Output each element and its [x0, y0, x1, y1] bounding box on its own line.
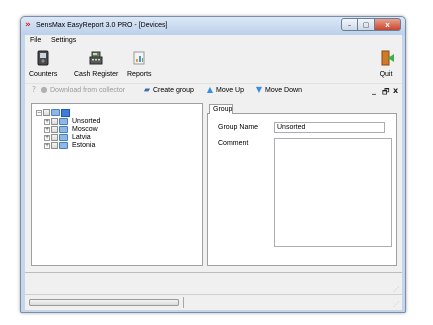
exit-door-icon [379, 50, 394, 66]
log-panel: ⋰ [25, 272, 402, 294]
reports-icon [132, 50, 146, 66]
folder-add-icon: ▰ [143, 85, 151, 94]
tree-checkbox[interactable] [43, 109, 50, 116]
toolbar: ? ● Download from collector ▰ Create gro… [25, 83, 402, 97]
tree-item-unsorted[interactable]: + Unsorted [44, 118, 100, 125]
move-down-button[interactable]: ▼ Move Down [255, 86, 302, 94]
tree-root[interactable]: − [36, 108, 70, 117]
tree-item-moscow[interactable]: + Moscow [44, 126, 98, 133]
status-separator [183, 297, 184, 308]
menu-file[interactable]: File [30, 37, 41, 44]
counter-device-icon [36, 50, 50, 66]
expand-icon[interactable]: + [44, 126, 50, 133]
tree-item-estonia[interactable]: + Estonia [44, 142, 95, 149]
folder-icon [51, 109, 60, 116]
folder-icon [59, 118, 68, 125]
comment-label: Comment [218, 140, 249, 147]
status-bar: ⋰ [25, 294, 402, 310]
cash-register-label: Cash Register [74, 71, 119, 78]
app-window: » SensMax EasyReport 3.0 PRO - [Devices]… [20, 16, 406, 313]
app-logo-icon: » [25, 20, 31, 30]
folder-icon [59, 134, 68, 141]
arrow-up-icon: ▲ [206, 85, 214, 94]
tree-item-latvia[interactable]: + Latvia [44, 134, 91, 141]
client-area: File Settings Counters Cash Register Rep… [25, 35, 402, 310]
status-grip-icon[interactable]: ⋰ [393, 301, 400, 308]
maximize-button[interactable]: ▢ [358, 18, 375, 31]
expand-icon[interactable]: + [44, 134, 50, 141]
tree-checkbox[interactable] [51, 134, 58, 141]
comment-textarea[interactable] [274, 138, 392, 247]
collector-settings-icon: ? [31, 85, 37, 94]
arrow-down-icon: ▼ [255, 85, 263, 94]
ribbon: Counters Cash Register Reports Quit [25, 47, 402, 83]
tree-item-label: Estonia [72, 142, 96, 149]
menu-settings[interactable]: Settings [51, 37, 76, 44]
progress-bar [29, 299, 179, 306]
mdi-close-button[interactable]: x [393, 86, 398, 95]
tree-checkbox[interactable] [51, 118, 58, 125]
resize-grip-icon[interactable]: ⋰ [393, 286, 400, 293]
create-group-button[interactable]: ▰ Create group [143, 86, 194, 94]
cash-register-button[interactable]: Cash Register [74, 50, 118, 78]
group-tab-body: Group Name Comment [207, 113, 397, 266]
counters-button[interactable]: Counters [29, 50, 57, 78]
collapse-icon[interactable]: − [36, 109, 42, 116]
tree-checkbox[interactable] [51, 142, 58, 149]
work-area: − + Unsorted + Moscow + Latvia + Estonia… [25, 97, 402, 272]
group-panel: Group Group Name Comment [207, 103, 397, 266]
window-title: SensMax EasyReport 3.0 PRO - [Devices] [36, 22, 168, 29]
expand-icon[interactable]: + [44, 118, 50, 125]
move-up-label: Move Up [216, 86, 245, 94]
move-down-label: Move Down [265, 86, 302, 94]
create-group-label: Create group [153, 86, 194, 94]
reports-label: Reports [127, 71, 152, 78]
quit-label: Quit [379, 71, 393, 78]
quit-button[interactable]: Quit [379, 50, 394, 78]
menu-bar: File Settings [25, 35, 402, 47]
device-tree[interactable]: − + Unsorted + Moscow + Latvia + Estonia [31, 103, 203, 266]
tree-item-label: Moscow [72, 126, 98, 133]
mdi-minimize-button[interactable]: _ [372, 86, 376, 95]
tab-group[interactable]: Group [209, 104, 233, 114]
download-icon: ● [40, 85, 48, 94]
minimize-button[interactable]: – [341, 18, 358, 31]
cash-register-icon [89, 50, 103, 66]
close-button[interactable]: x [375, 18, 401, 31]
reports-button[interactable]: Reports [127, 50, 152, 78]
folder-icon [59, 142, 68, 149]
folder-icon [59, 126, 68, 133]
group-name-label: Group Name [218, 124, 259, 131]
root-folder-icon [61, 108, 70, 117]
download-button[interactable]: ● Download from collector [40, 85, 126, 94]
tree-checkbox[interactable] [51, 126, 58, 133]
download-label: Download from collector [50, 86, 126, 94]
group-name-input[interactable] [274, 122, 385, 133]
title-bar[interactable]: » SensMax EasyReport 3.0 PRO - [Devices]… [21, 17, 405, 35]
move-up-button[interactable]: ▲ Move Up [206, 86, 244, 94]
counters-label: Counters [29, 71, 58, 78]
tree-item-label: Latvia [72, 134, 91, 141]
tree-item-label: Unsorted [72, 118, 101, 125]
expand-icon[interactable]: + [44, 142, 50, 149]
